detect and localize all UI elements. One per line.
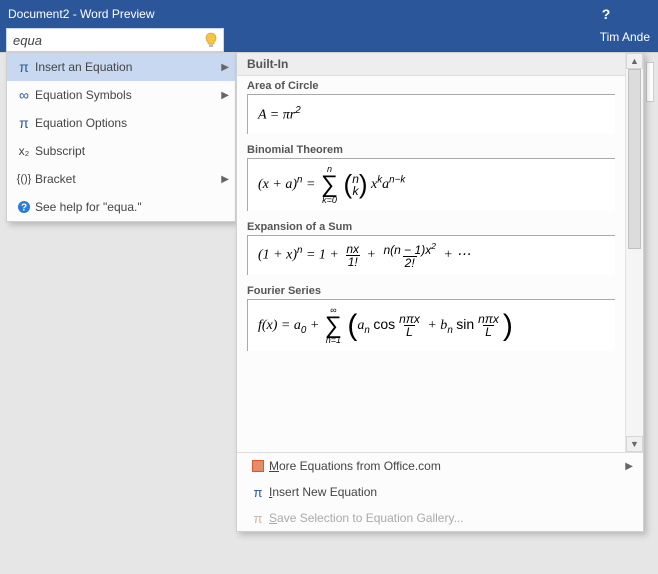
suggest-subscript[interactable]: x₂ Subscript [7,137,235,165]
pi-save-icon: π [247,511,269,526]
gallery-footer: More Equations from Office.com ▶ π Inser… [237,452,643,531]
scroll-thumb[interactable] [628,69,641,249]
tell-me-input[interactable] [9,31,201,50]
scroll-down-button[interactable]: ▼ [626,436,643,452]
scroll-track[interactable] [626,69,643,436]
office-icon [247,459,269,473]
eq-title: Binomial Theorem [247,144,615,156]
suggest-equation-symbols[interactable]: ∞ Equation Symbols ▶ [7,81,235,109]
help-button[interactable]: ? [594,6,618,22]
subscript-icon: x₂ [13,144,35,158]
eq-title: Fourier Series [247,285,615,297]
footer-save-selection: π Save Selection to Equation Gallery... [237,505,643,531]
title-bar: Document2 - Word Preview ? [0,0,658,28]
scroll-up-button[interactable]: ▲ [626,53,643,69]
account-name[interactable]: Tim Ande [600,28,658,52]
suggest-bracket[interactable]: {()} Bracket ▶ [7,165,235,193]
eq-title: Expansion of a Sum [247,221,615,233]
suggest-equation-options[interactable]: π Equation Options [7,109,235,137]
eq-binomial-theorem[interactable]: (x + a)n = n∑k=0 (nk) xkan−k [247,158,615,211]
pi-icon: π [247,485,269,500]
svg-text:?: ? [21,203,27,214]
footer-insert-new-equation[interactable]: π Insert New Equation [237,479,643,505]
eq-title: Area of Circle [247,80,615,92]
suggest-insert-equation[interactable]: π Insert an Equation ▶ [7,53,235,81]
pi-icon: π [13,59,35,75]
chevron-right-icon: ▶ [221,62,229,73]
chevron-right-icon: ▶ [221,90,229,101]
gallery-scrollbar[interactable]: ▲ ▼ [625,53,643,452]
chevron-right-icon: ▶ [221,174,229,185]
equation-gallery: Built-In Area of Circle A = πr2 Binomial… [236,52,644,532]
bracket-icon: {()} [13,173,35,185]
eq-expansion-of-sum[interactable]: (1 + x)n = 1 + nx1! + n(n − 1)x22! + ⋯ [247,235,615,275]
gallery-section-header: Built-In [237,53,625,76]
chevron-right-icon: ▶ [625,461,633,472]
eq-area-of-circle[interactable]: A = πr2 [247,94,615,134]
eq-fourier-series[interactable]: f(x) = a0 + ∞∑n=1 (an cosnπxL + bn sinnπ… [247,299,615,352]
page-edge [646,62,654,102]
window-title: Document2 - Word Preview [8,7,594,21]
suggest-help[interactable]: ? See help for "equa." [7,193,235,221]
tell-me-search[interactable] [6,28,224,52]
infinity-icon: ∞ [13,87,35,103]
footer-more-equations[interactable]: More Equations from Office.com ▶ [237,453,643,479]
help-icon: ? [13,200,35,214]
tell-me-suggestions: π Insert an Equation ▶ ∞ Equation Symbol… [6,52,236,222]
pi-icon: π [13,115,35,131]
lightbulb-icon [201,30,221,50]
